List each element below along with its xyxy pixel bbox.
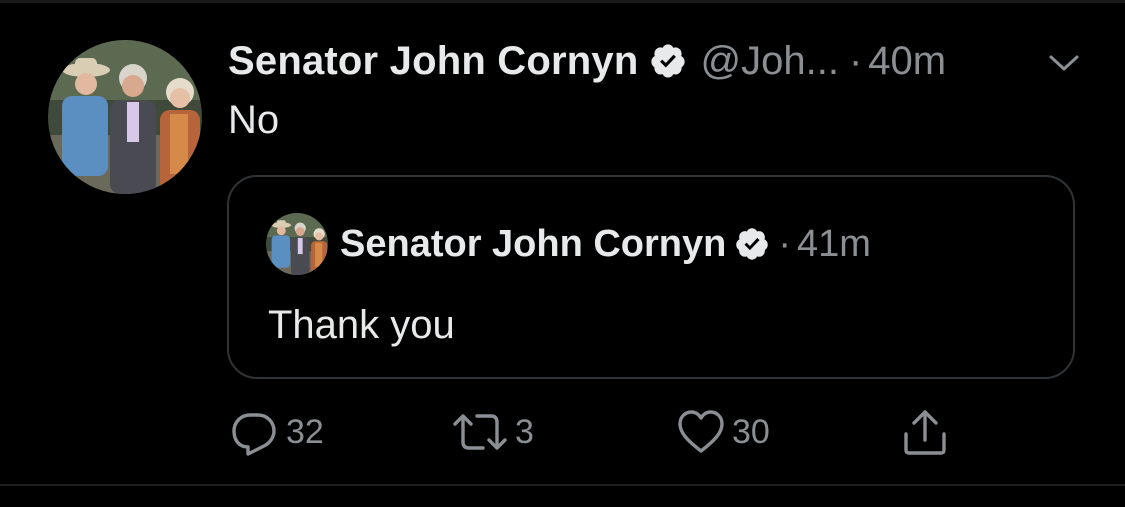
separator-dot: · bbox=[778, 222, 792, 265]
chevron-down-icon[interactable] bbox=[1046, 50, 1082, 76]
author-avatar[interactable] bbox=[48, 40, 202, 194]
reply-button[interactable]: 32 bbox=[228, 406, 324, 458]
quoted-author-avatar bbox=[266, 213, 328, 275]
like-count: 30 bbox=[732, 412, 770, 451]
share-button[interactable] bbox=[900, 406, 950, 458]
quoted-tweet-text: Thank you bbox=[268, 303, 455, 347]
author-handle[interactable]: @Joh... bbox=[701, 39, 839, 84]
reply-icon bbox=[228, 406, 280, 458]
reply-count: 32 bbox=[286, 412, 324, 451]
verified-badge-icon bbox=[649, 42, 687, 80]
tweet-text: No bbox=[228, 98, 280, 142]
separator-dot: · bbox=[848, 38, 863, 83]
verified-badge-icon bbox=[734, 226, 770, 262]
like-button[interactable]: 30 bbox=[676, 406, 770, 458]
tweet-timestamp[interactable]: 40m bbox=[868, 39, 946, 84]
tweet-action-bar: 32 3 30 bbox=[0, 406, 1125, 458]
quoted-tweet-card[interactable]: Senator John Cornyn · 41m Thank you bbox=[227, 175, 1075, 379]
retweet-count: 3 bbox=[515, 412, 534, 451]
avatar-photo bbox=[48, 40, 202, 194]
quoted-tweet-header: Senator John Cornyn · 41m bbox=[340, 221, 871, 267]
tweet-header: Senator John Cornyn @Joh... · 40m bbox=[228, 36, 946, 86]
quoted-author-display-name: Senator John Cornyn bbox=[340, 222, 727, 265]
retweet-button[interactable]: 3 bbox=[451, 406, 534, 458]
top-divider bbox=[0, 0, 1125, 3]
quoted-tweet-timestamp: 41m bbox=[797, 222, 871, 265]
author-display-name[interactable]: Senator John Cornyn bbox=[228, 39, 639, 84]
bottom-divider bbox=[0, 484, 1125, 486]
retweet-icon bbox=[451, 406, 509, 458]
share-icon bbox=[900, 406, 950, 458]
heart-icon bbox=[676, 406, 726, 458]
